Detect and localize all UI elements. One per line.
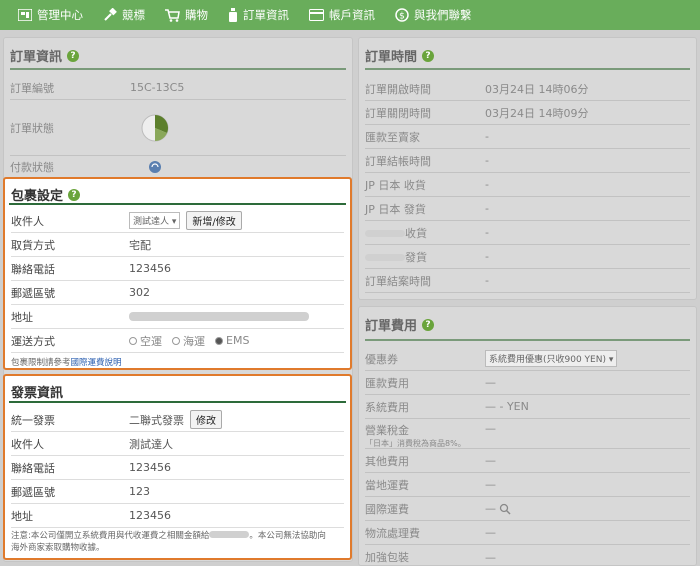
- coupon-row: 優惠券 系統費用優惠(只收900 YEN) ▾: [365, 347, 690, 371]
- recipient-row: 收件人 測試達人 ▾ 新增/修改: [11, 209, 344, 233]
- svg-text:$: $: [399, 12, 405, 22]
- redacted-address: [129, 312, 309, 321]
- nav-item-auction[interactable]: 競標: [103, 7, 145, 23]
- panel-title: 訂單時間?: [365, 46, 435, 65]
- package-settings-panel: 包裹設定? 收件人 測試達人 ▾ 新增/修改 取貨方式 宅配 聯絡電話 123456…: [3, 177, 352, 370]
- nav-label: 競標: [122, 8, 145, 22]
- nav-label: 購物: [185, 8, 208, 22]
- fee-row: 系統費用 — - YEN: [365, 395, 690, 419]
- coupon-select[interactable]: 系統費用優惠(只收900 YEN) ▾: [485, 350, 618, 367]
- nav-label: 管理中心: [37, 8, 83, 22]
- order-fee-panel: 訂單費用? 優惠券 系統費用優惠(只收900 YEN) ▾ 匯款費用 — 系統費用…: [358, 306, 697, 566]
- invoice-phone-row: 聯絡電話 123456: [11, 456, 344, 480]
- phone-row: 聯絡電話 123456: [11, 257, 344, 281]
- search-icon[interactable]: [499, 503, 511, 515]
- time-row: 發貨 -: [365, 245, 690, 269]
- ship-sea-radio[interactable]: 海運: [172, 333, 205, 349]
- order-status-progress-icon: [141, 114, 169, 141]
- fee-row: 其他費用 —: [365, 449, 690, 473]
- shipping-fee-link[interactable]: 國際運費說明: [71, 358, 122, 368]
- card-icon: [309, 9, 324, 21]
- help-icon[interactable]: ?: [68, 188, 81, 201]
- time-row: 訂單結帳時間 -: [365, 149, 690, 173]
- bottle-icon: [229, 8, 237, 22]
- time-row: 訂單關閉時間 03月24日 14時09分: [365, 101, 690, 125]
- fee-row: 當地運費 —: [365, 473, 690, 497]
- order-number-row: 訂單編號 15C-13C5: [10, 76, 346, 100]
- invoice-recipient-row: 收件人 測試達人: [11, 432, 344, 456]
- ship-air-radio[interactable]: 空運: [129, 333, 162, 349]
- time-row: 匯款至賣家 -: [365, 125, 690, 149]
- payment-status-row: 付款狀態: [10, 156, 346, 178]
- time-row: 收貨 -: [365, 221, 690, 245]
- nav-item-dashboard[interactable]: 管理中心: [18, 7, 83, 23]
- nav-item-contact[interactable]: $ 與我們聯繫: [395, 7, 472, 23]
- gavel-icon: [104, 8, 117, 21]
- time-row: 訂單結案時間 -: [365, 269, 690, 293]
- refresh-icon: [149, 160, 161, 173]
- recipient-select[interactable]: 測試達人 ▾: [129, 212, 181, 229]
- dashboard-icon: [18, 9, 32, 21]
- panel-title: 訂單資訊?: [10, 46, 80, 65]
- panel-title: 發票資訊: [11, 386, 64, 401]
- order-time-panel: 訂單時間? 訂單開啟時間 03月24日 14時06分 訂單關閉時間 03月24日 1…: [358, 37, 697, 300]
- invoice-address-row: 地址 123456: [11, 504, 344, 528]
- zip-row: 郵遞區號 302: [11, 281, 344, 305]
- nav-item-account[interactable]: 帳戶資訊: [309, 7, 375, 23]
- help-icon[interactable]: ?: [422, 49, 435, 62]
- invoice-zip-row: 郵遞區號 123: [11, 480, 344, 504]
- time-row: JP 日本 發貨 -: [365, 197, 690, 221]
- address-row: 地址: [11, 305, 344, 329]
- fee-row-tax: 營業稅金 「日本」消費稅為商品8%。 —: [365, 419, 690, 449]
- invoice-note: 注意:本公司僅開立系統費用與代收運費之相關金額給 。本公司無法協助向 海外商家索取…: [11, 531, 326, 553]
- time-row: 訂單開啟時間 03月24日 14時06分: [365, 77, 690, 101]
- nav-label: 與我們聯繫: [414, 8, 472, 22]
- pickup-row: 取貨方式 宅配: [11, 233, 344, 257]
- ship-ems-radio[interactable]: EMS: [215, 334, 249, 347]
- order-status-row: 訂單狀態: [10, 100, 346, 156]
- dollar-icon: $: [395, 8, 409, 22]
- nav-label: 訂單資訊: [243, 8, 289, 22]
- panel-title: 訂單費用?: [365, 315, 435, 334]
- shipping-method-row: 運送方式 空運 海運 EMS: [11, 329, 344, 353]
- panel-title: 包裹設定?: [11, 185, 81, 204]
- add-edit-recipient-button[interactable]: 新增/修改: [186, 211, 242, 230]
- fee-row: 物流處理費 —: [365, 521, 690, 545]
- fee-row: 國際運費 —: [365, 497, 690, 521]
- top-nav: 管理中心 競標 購物 訂單資訊 帳戶資訊 $ 與我們聯繫: [0, 0, 700, 30]
- invoice-type-row: 統一發票 二聯式發票 修改: [11, 408, 344, 432]
- help-icon[interactable]: ?: [67, 49, 80, 62]
- package-note: 包裹限制請參考國際運費說明: [11, 358, 122, 368]
- nav-item-shopping[interactable]: 購物: [165, 7, 208, 23]
- time-row: JP 日本 收貨 -: [365, 173, 690, 197]
- cart-icon: [165, 8, 180, 22]
- invoice-panel: 發票資訊 統一發票 二聯式發票 修改 收件人 測試達人 聯絡電話 123456 郵遞…: [3, 374, 352, 560]
- help-icon[interactable]: ?: [422, 318, 435, 331]
- edit-invoice-button[interactable]: 修改: [190, 410, 222, 429]
- fee-row: 加強包裝 —: [365, 550, 496, 565]
- nav-item-orders[interactable]: 訂單資訊: [228, 7, 289, 23]
- nav-label: 帳戶資訊: [329, 8, 375, 22]
- fee-row: 匯款費用 —: [365, 371, 690, 395]
